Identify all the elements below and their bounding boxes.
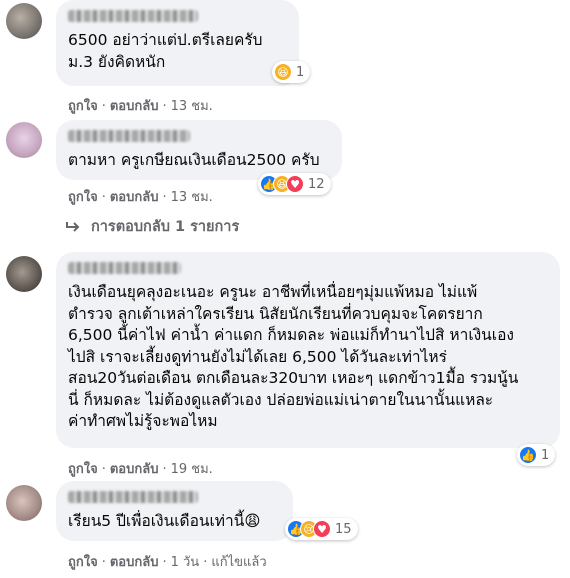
comment-actions: ถูกใจ · ตอบกลับ · 13 ชม.	[68, 99, 213, 114]
reply-link[interactable]: ตอบกลับ	[110, 190, 159, 205]
reaction-summary[interactable]: 👍 😢 ♥ 15	[285, 518, 358, 540]
timestamp[interactable]: 19 ชม.	[171, 462, 213, 477]
avatar[interactable]	[6, 122, 42, 158]
comment-text: เรียน5 ปีเพื่อเงินเดือนเท่านี้😩	[68, 512, 261, 530]
reaction-count: 1	[296, 64, 305, 80]
avatar[interactable]	[6, 256, 42, 292]
like-link[interactable]: ถูกใจ	[68, 99, 98, 114]
reaction-summary[interactable]: 👍 😆 ♥ 12	[258, 173, 331, 195]
author-name-blurred[interactable]	[68, 10, 198, 22]
reaction-count: 12	[308, 176, 325, 192]
timestamp[interactable]: 1 วัน	[171, 555, 200, 570]
reaction-summary[interactable]: 😆 1	[272, 61, 311, 83]
reply-link[interactable]: ตอบกลับ	[110, 462, 159, 477]
author-name-blurred[interactable]	[68, 130, 190, 142]
author-name-blurred[interactable]	[68, 262, 181, 274]
reaction-count: 15	[335, 521, 352, 537]
edited-label: แก้ไขแล้ว	[211, 555, 267, 570]
timestamp[interactable]: 13 ชม.	[171, 190, 213, 205]
avatar[interactable]	[6, 485, 42, 521]
reply-link[interactable]: ตอบกลับ	[110, 99, 159, 114]
comment-actions: ถูกใจ · ตอบกลับ · 13 ชม.	[68, 190, 213, 205]
reaction-summary[interactable]: 👍 1	[517, 444, 556, 466]
reply-link[interactable]: ตอบกลับ	[110, 555, 159, 570]
comment-bubble: ตามหา ครูเกษียณเงินเดือน2500 ครับ	[56, 120, 342, 180]
view-replies-link[interactable]: การตอบกลับ 1 รายการ	[65, 215, 239, 238]
comment-text: ตามหา ครูเกษียณเงินเดือน2500 ครับ	[68, 151, 320, 169]
love-icon: ♥	[313, 520, 331, 538]
avatar[interactable]	[6, 3, 42, 39]
author-name-blurred[interactable]	[68, 491, 198, 503]
comment-text: 6500 อย่าว่าแต่ป.ตรีเลยครับ ม.3 ยังคิดหน…	[68, 31, 263, 71]
comment-actions: ถูกใจ · ตอบกลับ · 19 ชม.	[68, 462, 213, 477]
like-link[interactable]: ถูกใจ	[68, 555, 98, 570]
comment-text: เงินเดือนยุคลุงอะเนอะ ครูนะ อาชีพที่เหนื…	[68, 283, 519, 430]
like-link[interactable]: ถูกใจ	[68, 462, 98, 477]
view-replies-label: การตอบกลับ 1 รายการ	[91, 219, 240, 235]
timestamp[interactable]: 13 ชม.	[171, 99, 213, 114]
haha-icon: 😆	[274, 63, 292, 81]
comment-bubble: เงินเดือนยุคลุงอะเนอะ ครูนะ อาชีพที่เหนื…	[56, 252, 560, 448]
like-link[interactable]: ถูกใจ	[68, 190, 98, 205]
love-icon: ♥	[286, 175, 304, 193]
comment-actions: ถูกใจ · ตอบกลับ · 1 วัน · แก้ไขแล้ว	[68, 555, 267, 570]
reply-arrow-icon	[66, 221, 80, 232]
like-icon: 👍	[519, 446, 537, 464]
reaction-count: 1	[541, 447, 550, 463]
comment-bubble: เรียน5 ปีเพื่อเงินเดือนเท่านี้😩	[56, 481, 293, 541]
comment-bubble: 6500 อย่าว่าแต่ป.ตรีเลยครับ ม.3 ยังคิดหน…	[56, 0, 299, 86]
